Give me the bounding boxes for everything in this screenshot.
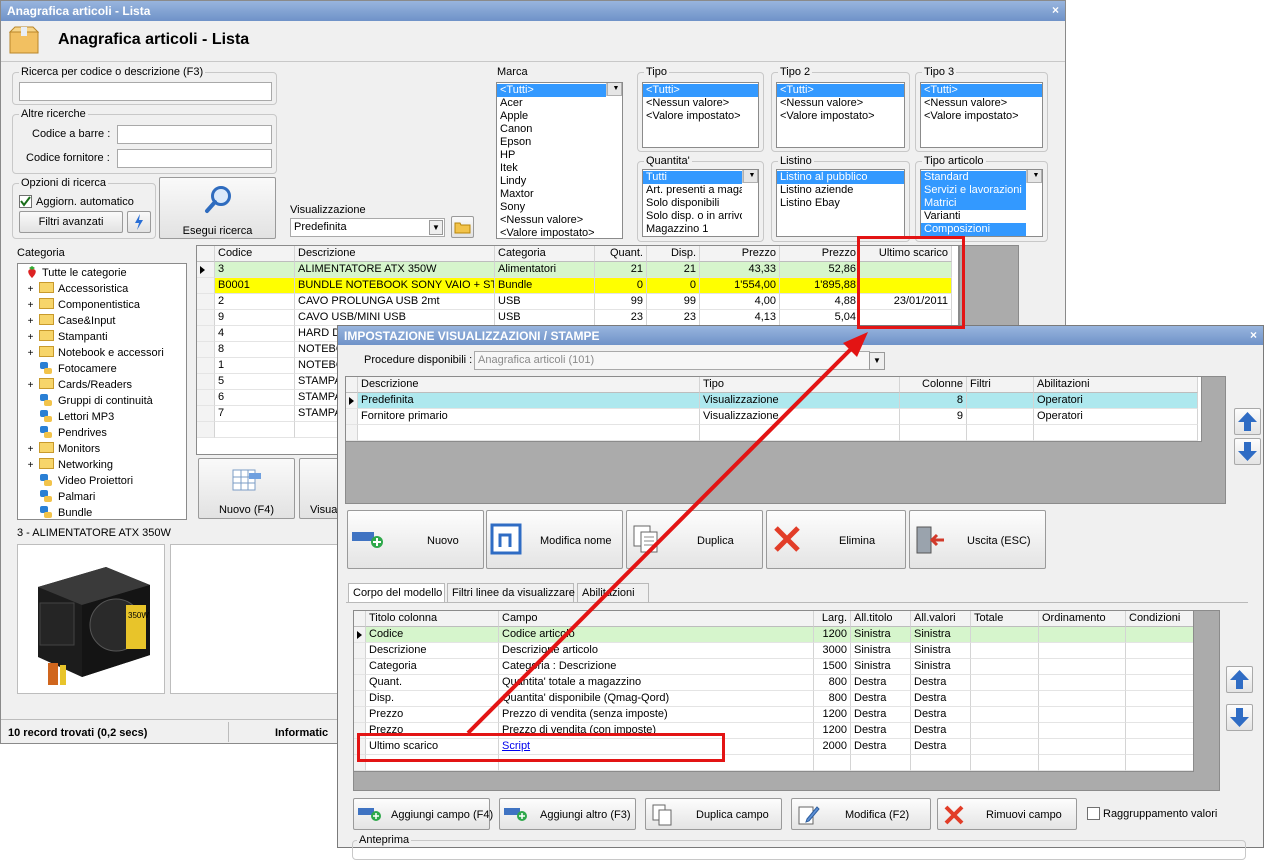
annotation-arrow — [466, 332, 868, 735]
